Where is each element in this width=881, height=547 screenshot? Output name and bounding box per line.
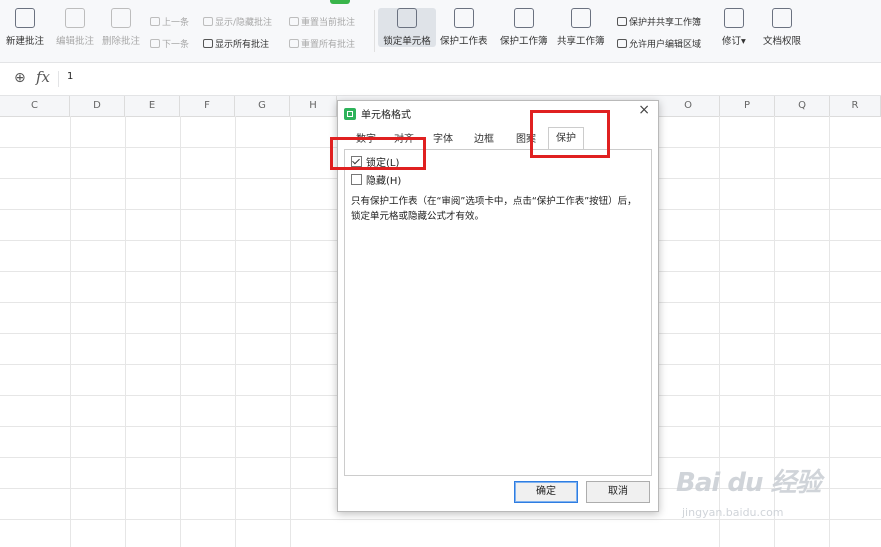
grid-line [180, 116, 181, 547]
column-header-q[interactable]: Q [775, 96, 830, 116]
reset-all-comments-button[interactable]: 重置所有批注 [289, 37, 355, 50]
dialog-title: 单元格格式 [344, 106, 411, 121]
fx-icon[interactable]: fx [36, 68, 50, 86]
protect-share-icon [617, 17, 627, 26]
protect-workbook-button[interactable]: 保护工作簿 [500, 8, 548, 47]
sheet-logo-icon [344, 108, 356, 120]
cancel-button[interactable]: 取消 [586, 481, 650, 503]
review-ribbon: 新建批注 编辑批注 删除批注 上一条 下一条 显示/隐藏批注 显示所有批注 重置… [0, 0, 881, 63]
edit-comment-icon [65, 8, 85, 28]
protection-panel: 锁定(L) 隐藏(H) 只有保护工作表（在“审阅”选项卡中，点击“保护工作表”按… [344, 149, 652, 476]
reset-current-comment-button[interactable]: 重置当前批注 [289, 15, 355, 28]
lock-cell-icon [397, 8, 417, 28]
formula-bar: ⊕ fx 1 [0, 63, 881, 96]
next-icon [150, 39, 160, 48]
checkbox-empty-icon [351, 174, 362, 185]
show-all-comments-button[interactable]: 显示所有批注 [203, 37, 269, 50]
revise-button[interactable]: 修订▾ [722, 8, 746, 47]
protect-and-share-button[interactable]: 保护并共享工作簿 [617, 15, 701, 28]
grid-line [235, 116, 236, 547]
new-comment-icon [15, 8, 35, 28]
watermark-brand: Bai du 经验 [676, 468, 821, 498]
allow-edit-icon [617, 39, 627, 48]
column-header-e[interactable]: E [125, 96, 180, 116]
column-header-f[interactable]: F [180, 96, 235, 116]
highlight-protection-tab [530, 110, 610, 158]
formula-input[interactable]: 1 [58, 71, 127, 87]
column-header-d[interactable]: D [70, 96, 125, 116]
grid-line [0, 519, 881, 520]
prev-comment-button[interactable]: 上一条 [150, 15, 189, 28]
close-icon[interactable]: × [638, 102, 650, 118]
protection-note: 只有保护工作表（在“审阅”选项卡中，点击“保护工作表”按钮）后，锁定单元格或隐藏… [351, 196, 637, 222]
column-header-r[interactable]: R [830, 96, 881, 116]
allow-edit-ranges-button[interactable]: 允许用户编辑区域 [617, 37, 701, 50]
chevron-down-icon: ▾ [741, 36, 746, 47]
protect-sheet-icon [453, 8, 474, 28]
delete-comment-icon [111, 8, 131, 28]
column-header-c[interactable]: C [0, 96, 70, 116]
hidden-checkbox[interactable]: 隐藏(H) [351, 172, 401, 187]
grid-line [290, 116, 291, 547]
active-tab-indicator [330, 0, 350, 4]
column-header-p[interactable]: P [720, 96, 775, 116]
share-workbook-icon [570, 8, 591, 28]
show-hide-icon [203, 17, 213, 26]
tab-border[interactable]: 边框 [474, 130, 494, 145]
doc-permissions-icon [772, 8, 792, 28]
grid-line [125, 116, 126, 547]
delete-comment-button[interactable]: 删除批注 [102, 8, 140, 47]
grid-line [70, 116, 71, 547]
tab-font[interactable]: 字体 [433, 130, 453, 145]
protect-workbook-icon [513, 8, 534, 28]
ok-button[interactable]: 确定 [514, 481, 578, 503]
revise-icon [723, 8, 744, 28]
show-hide-comment-button[interactable]: 显示/隐藏批注 [203, 15, 272, 28]
reset-all-icon [289, 39, 299, 48]
column-header-h[interactable]: H [290, 96, 337, 116]
edit-comment-button[interactable]: 编辑批注 [56, 8, 94, 47]
highlight-locked-checkbox [330, 137, 426, 170]
share-workbook-button[interactable]: 共享工作簿 [557, 8, 605, 47]
doc-permissions-button[interactable]: 文档权限 [763, 8, 801, 47]
protect-sheet-button[interactable]: 保护工作表 [440, 8, 488, 47]
watermark-url: jingyan.baidu.com [682, 506, 784, 519]
column-header-g[interactable]: G [235, 96, 290, 116]
column-header-o[interactable]: O [657, 96, 720, 116]
show-all-icon [203, 39, 213, 48]
zoom-icon[interactable]: ⊕ [14, 70, 26, 86]
new-comment-button[interactable]: 新建批注 [6, 8, 44, 47]
reset-current-icon [289, 17, 299, 26]
lock-cell-button[interactable]: 锁定单元格 [378, 8, 436, 47]
grid-line [829, 116, 830, 547]
prev-icon [150, 17, 160, 26]
next-comment-button[interactable]: 下一条 [150, 37, 189, 50]
ribbon-divider [374, 10, 375, 52]
